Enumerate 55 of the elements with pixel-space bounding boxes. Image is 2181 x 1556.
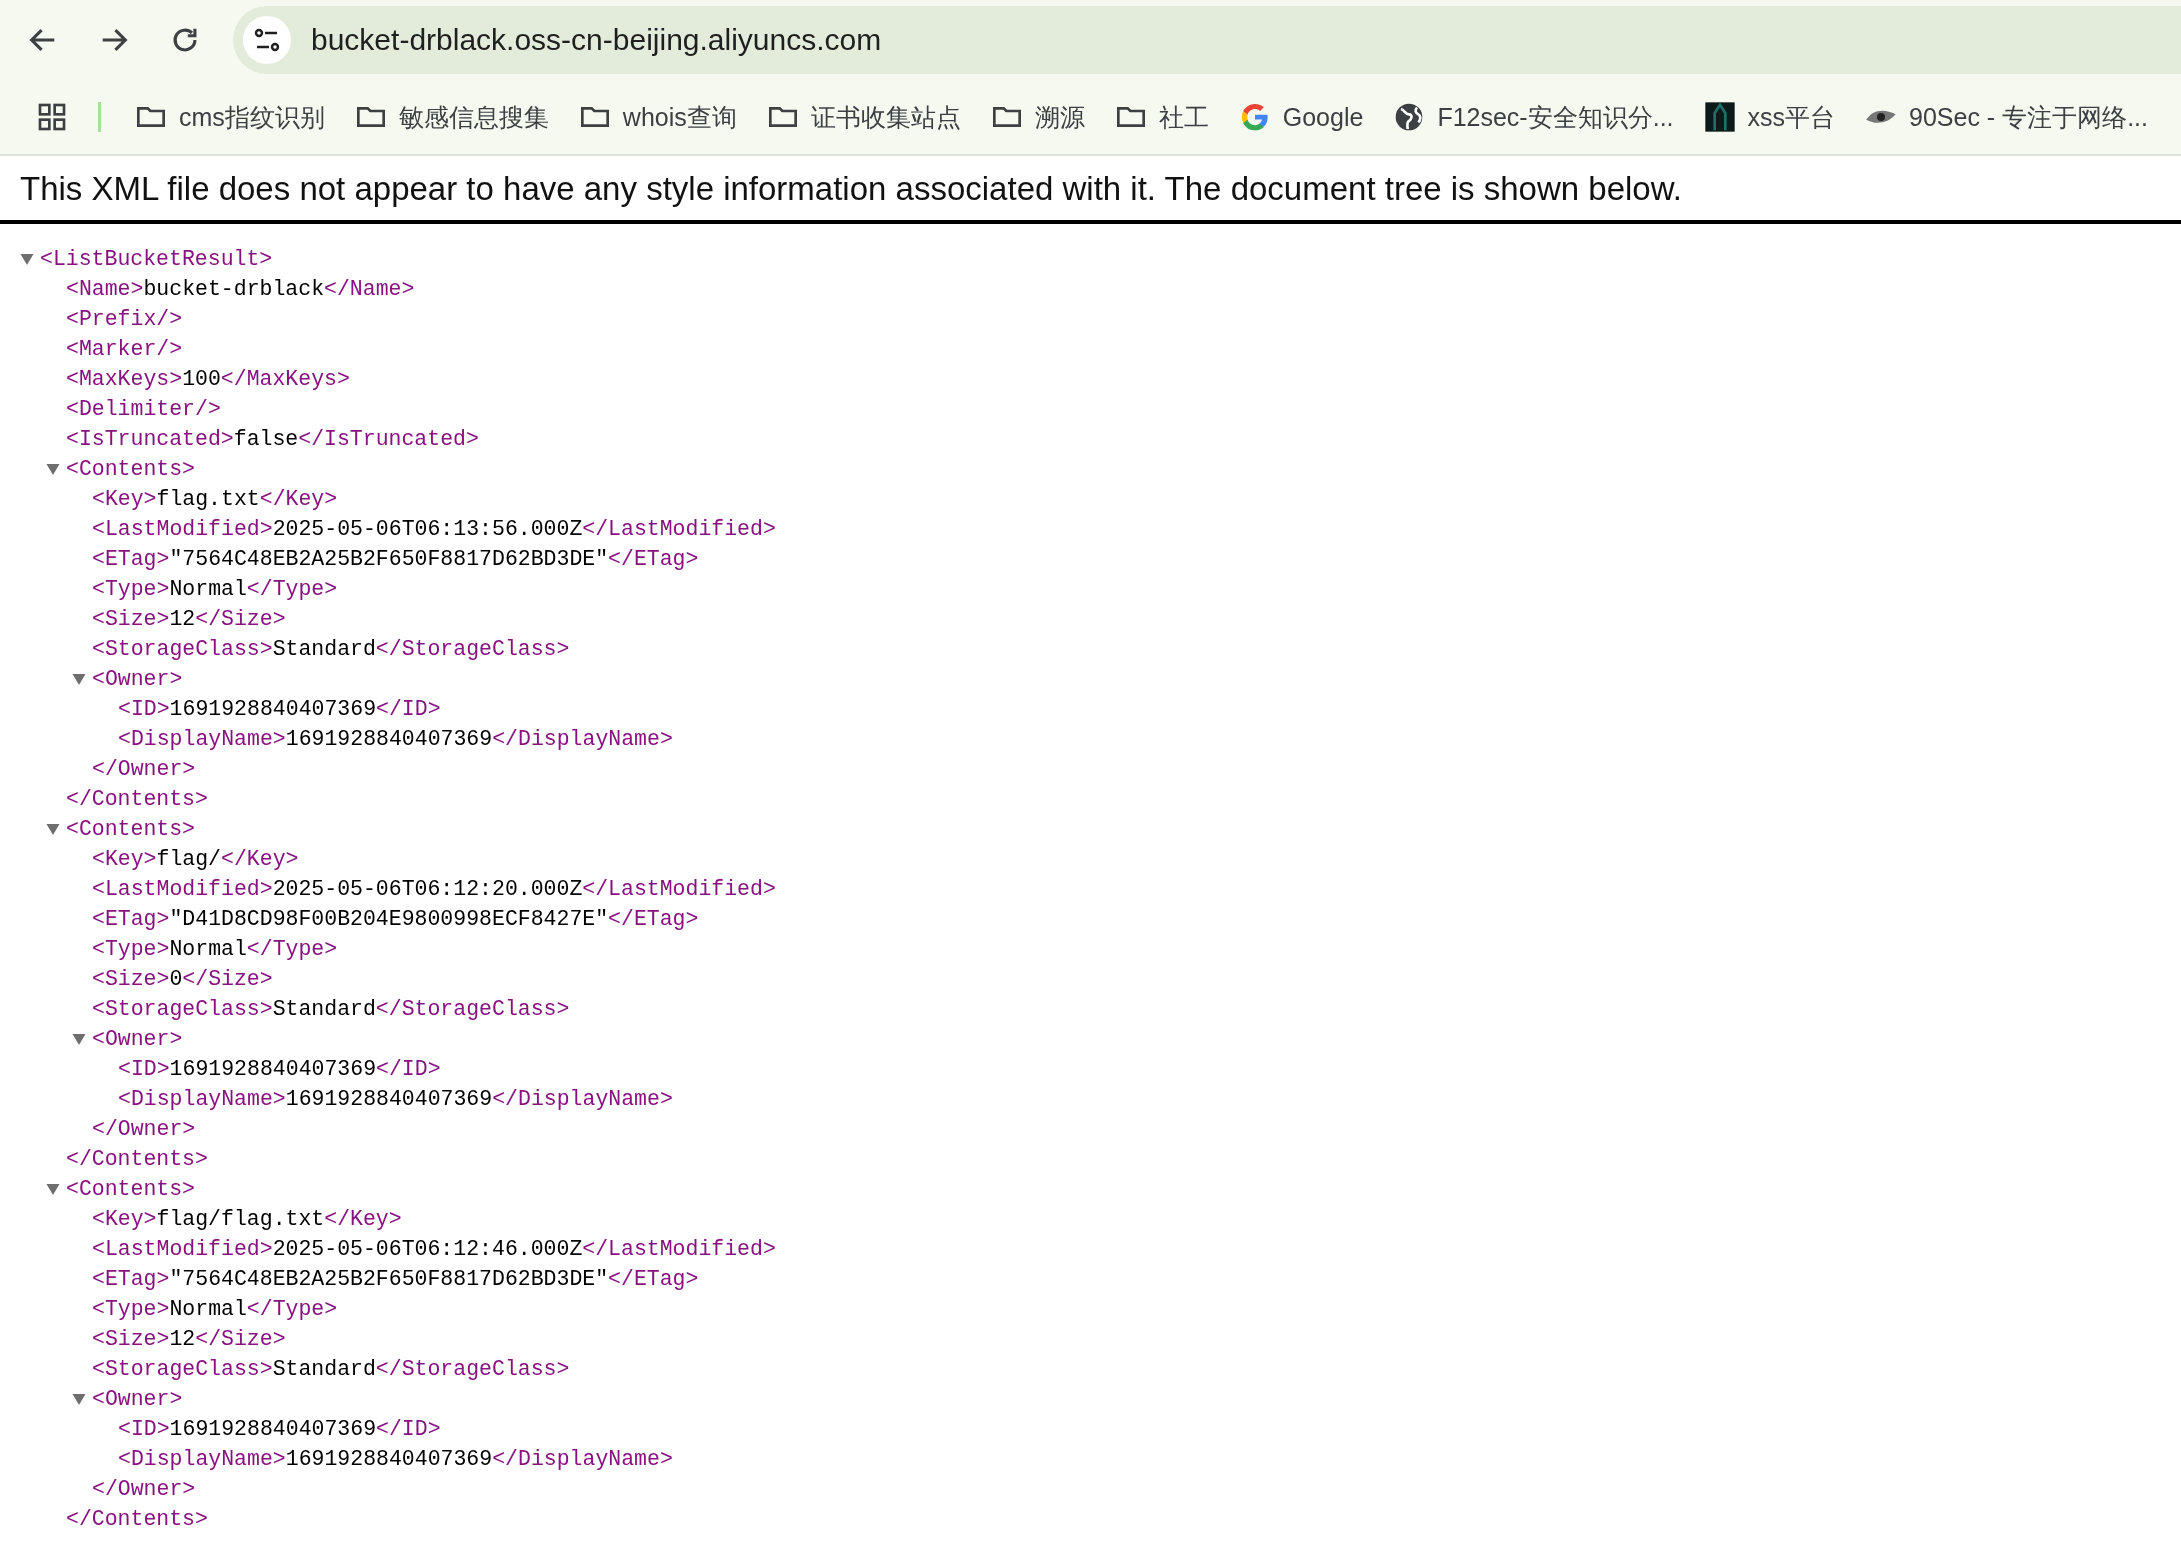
xml-line: <Type>Normal</Type>	[92, 1297, 338, 1321]
xml-line: <Prefix/>	[66, 307, 183, 331]
xml-line: <LastModified>2025-05-06T06:12:46.000Z</LastModified>	[92, 1237, 776, 1261]
xml-line: <StorageClass>Standard</StorageClass>	[92, 1357, 570, 1381]
xml-line: <Size>12</Size>	[92, 607, 286, 631]
bookmark[interactable]: whois查询	[578, 100, 737, 134]
xml-line: <Key>flag/</Key>	[92, 847, 299, 871]
bookmark[interactable]: cms指纹识别	[135, 100, 325, 134]
xml-line: <DisplayName>1691928840407369</DisplayName>	[118, 1087, 673, 1111]
xml-line: <Contents>	[66, 817, 196, 841]
xml-line: </Contents>	[66, 1147, 208, 1171]
xml-line: <StorageClass>Standard</StorageClass>	[92, 637, 570, 661]
bookmark[interactable]: 溯源	[990, 100, 1085, 134]
bookmark[interactable]: 90Sec - 专注于网络...	[1865, 100, 2148, 134]
xml-line: </Owner>	[92, 757, 196, 781]
xml-line: <ETag>"D41D8CD98F00B204E9800998ECF8427E"</ETag>	[92, 907, 699, 931]
bookmark[interactable]: F12sec-安全知识分...	[1393, 100, 1674, 134]
xml-line: <Type>Normal</Type>	[92, 937, 338, 961]
xml-line: <Key>flag/flag.txt</Key>	[92, 1207, 402, 1231]
xml-line: <ETag>"7564C48EB2A25B2F650F8817D62BD3DE"</ETag>	[92, 1267, 699, 1291]
xml-line: <Name>bucket-drblack</Name>	[66, 277, 415, 301]
bookmark[interactable]: 社工	[1114, 100, 1209, 134]
xml-line: <Key>flag.txt</Key>	[92, 487, 338, 511]
xml-line: <Owner>	[92, 1387, 183, 1411]
xml-line: <Delimiter/>	[66, 397, 221, 421]
xml-line: <Contents>	[66, 1177, 196, 1201]
bookmark[interactable]: 敏感信息搜集	[354, 100, 549, 134]
xml-line: </Contents>	[66, 1507, 208, 1531]
xml-line: <MaxKeys>100</MaxKeys>	[66, 367, 350, 391]
xml-line: <LastModified>2025-05-06T06:12:20.000Z</LastModified>	[92, 877, 776, 901]
xml-notice: This XML file does not appear to have any style information associated with it. The document tree is shown below.	[20, 170, 1682, 207]
xml-line: <ID>1691928840407369</ID>	[118, 1057, 441, 1081]
xml-line: </Owner>	[92, 1117, 196, 1141]
bookmark[interactable]: xss平台	[1703, 100, 1836, 134]
address-bar[interactable]: bucket-drblack.oss-cn-beijing.aliyuncs.com	[233, 6, 2181, 74]
xml-line: <DisplayName>1691928840407369</DisplayName>	[118, 727, 673, 751]
bookmark[interactable]: Google	[1238, 101, 1364, 133]
xml-line: <Type>Normal</Type>	[92, 577, 338, 601]
xml-line: <Contents>	[66, 457, 196, 481]
xml-line: </Owner>	[92, 1477, 196, 1501]
xml-line: <ID>1691928840407369</ID>	[118, 697, 441, 721]
xml-line: <Marker/>	[66, 337, 183, 361]
xml-line: <StorageClass>Standard</StorageClass>	[92, 997, 570, 1021]
xml-line: <Owner>	[92, 1027, 183, 1051]
xml-line: <LastModified>2025-05-06T06:13:56.000Z</LastModified>	[92, 517, 776, 541]
xml-line: <IsTruncated>false</IsTruncated>	[66, 427, 479, 451]
xml-line: <Owner>	[92, 667, 183, 691]
xml-line: <ETag>"7564C48EB2A25B2F650F8817D62BD3DE"</ETag>	[92, 547, 699, 571]
bookmark[interactable]: 证书收集站点	[766, 100, 961, 134]
xml-line: <DisplayName>1691928840407369</DisplayName>	[118, 1447, 673, 1471]
xml-line: <Size>12</Size>	[92, 1327, 286, 1351]
xml-line: </Contents>	[66, 787, 208, 811]
xml-line: <ID>1691928840407369</ID>	[118, 1417, 441, 1441]
xml-line: <ListBucketResult>	[40, 247, 273, 271]
xml-line: <Size>0</Size>	[92, 967, 273, 991]
